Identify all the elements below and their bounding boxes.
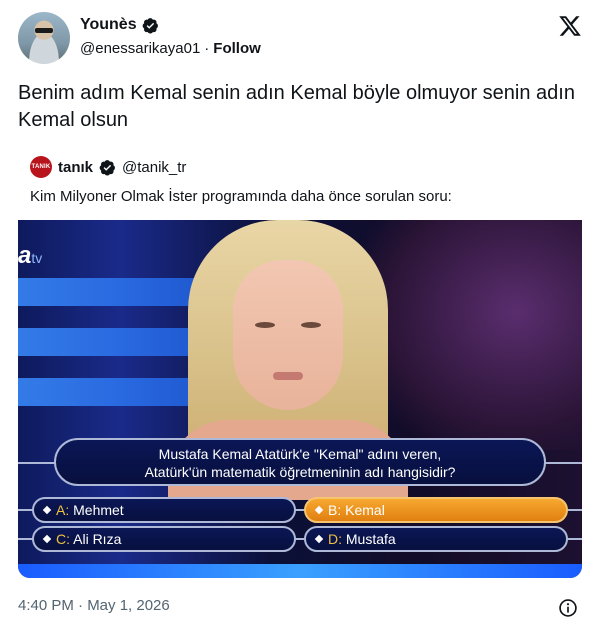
channel-logo-text: a: [18, 242, 32, 269]
answer-letter: B:: [328, 502, 342, 518]
stage-floor: [18, 564, 582, 578]
diamond-icon: [314, 534, 324, 544]
answer-b-selected: B: Kemal: [304, 497, 568, 523]
tweet-header: Younès @enessarikaya01 · Follow: [18, 12, 582, 64]
question-line-2: Atatürk'ün matematik öğretmeninin adı ha…: [144, 464, 456, 480]
quoted-tweet[interactable]: TANIK tanık @tanik_tr Kim Milyoner Olmak…: [18, 150, 582, 578]
quoted-text: Kim Milyoner Olmak İster programında dah…: [30, 188, 452, 205]
separator-dot: ·: [204, 40, 210, 57]
quoted-handle: @tanik_tr: [122, 158, 187, 176]
quiz-panel: Mustafa Kemal Atatürk'e "Kemal" adını ve…: [18, 436, 582, 578]
author-name-row: Younès: [80, 16, 159, 34]
quoted-avatar: TANIK: [30, 156, 52, 178]
channel-logo: atv: [18, 242, 42, 270]
author-handle[interactable]: @enessarikaya01: [80, 40, 200, 57]
verified-badge-icon: [142, 17, 158, 34]
tweet-media-image[interactable]: atv Mustafa Kemal Atatürk'e "Kemal" adın…: [18, 220, 582, 578]
contestant-face: [233, 260, 343, 410]
quoted-name: tanık: [58, 158, 94, 176]
eye: [301, 322, 321, 328]
diamond-icon: [42, 534, 52, 544]
diamond-icon: [42, 505, 52, 515]
eye: [255, 322, 275, 328]
channel-logo-suffix: tv: [31, 250, 43, 266]
tweet-text: Benim adım Kemal senin adın Kemal böyle …: [18, 82, 575, 131]
follow-button[interactable]: Follow: [213, 40, 261, 57]
answer-text: Kemal: [345, 502, 385, 518]
author-handle-row: @enessarikaya01 · Follow: [80, 40, 261, 57]
info-icon[interactable]: [558, 598, 578, 618]
x-logo-icon[interactable]: [558, 14, 582, 38]
tweet-timestamp[interactable]: 4:40 PM · May 1, 2026: [18, 597, 170, 614]
answer-text: Mustafa: [345, 531, 396, 547]
lips: [273, 372, 303, 380]
answer-letter: D:: [328, 531, 342, 547]
author-display-name[interactable]: Younès: [80, 16, 137, 34]
answer-letter: C:: [56, 531, 70, 547]
answer-text: Mehmet: [73, 502, 124, 518]
verified-badge-icon: [99, 159, 115, 176]
answer-d: D: Mustafa: [304, 526, 568, 552]
answer-a: A: Mehmet: [32, 497, 296, 523]
author-avatar[interactable]: [18, 12, 70, 64]
question-line-1: Mustafa Kemal Atatürk'e "Kemal" adını ve…: [158, 446, 442, 462]
answer-letter: A:: [56, 502, 70, 518]
quiz-question: Mustafa Kemal Atatürk'e "Kemal" adını ve…: [54, 438, 546, 486]
answer-text: Ali Rıza: [73, 531, 122, 547]
quoted-author-row: TANIK tanık @tanik_tr: [30, 156, 186, 178]
diamond-icon: [314, 505, 324, 515]
answer-c: C: Ali Rıza: [32, 526, 296, 552]
